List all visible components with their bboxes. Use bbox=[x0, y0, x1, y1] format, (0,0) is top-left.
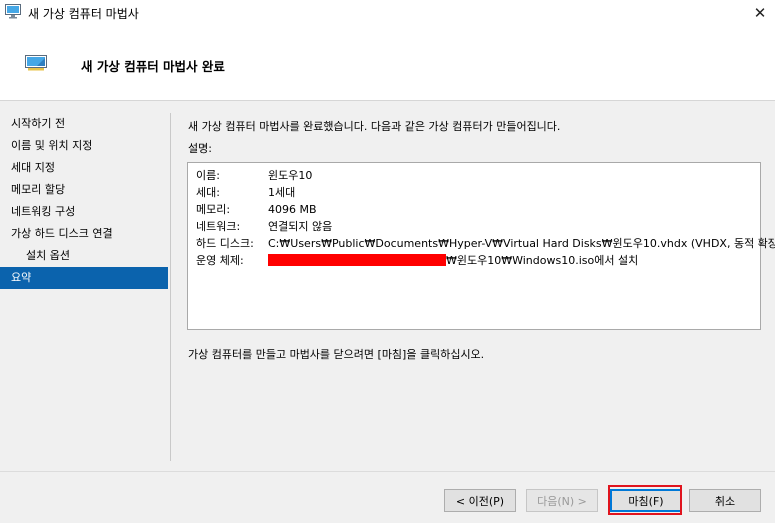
page-title: 새 가상 컴퓨터 마법사 완료 bbox=[81, 59, 225, 74]
summary-value: ₩윈도우10₩Windows10.iso에서 설치 bbox=[268, 252, 638, 269]
wizard-header: 새 가상 컴퓨터 마법사 완료 bbox=[0, 25, 775, 101]
finish-instruction: 가상 컴퓨터를 만들고 마법사를 닫으려면 [마침]을 클릭하십시오. bbox=[188, 348, 485, 361]
new-virtual-machine-icon bbox=[25, 55, 47, 71]
nav-item-name-and-location[interactable]: 이름 및 위치 지정 bbox=[0, 135, 168, 157]
summary-value: 연결되지 않음 bbox=[268, 220, 333, 233]
description-label: 설명: bbox=[188, 142, 212, 155]
summary-key: 메모리: bbox=[196, 203, 231, 216]
summary-box[interactable]: 이름: 윈도우10 세대: 1세대 메모리: 4096 MB 네트워크: 연결되… bbox=[187, 162, 775, 330]
finish-button[interactable]: 마침(F) bbox=[610, 489, 682, 512]
summary-value: C:₩Users₩Public₩Documents₩Hyper-V₩Virtua… bbox=[268, 237, 775, 250]
nav-item-networking[interactable]: 네트워킹 구성 bbox=[0, 201, 168, 223]
next-button[interactable]: 다음(N) > bbox=[526, 489, 598, 512]
summary-key: 하드 디스크: bbox=[196, 237, 254, 250]
nav-item-installation-options[interactable]: 설치 옵션 bbox=[0, 245, 168, 267]
nav-item-memory[interactable]: 메모리 할당 bbox=[0, 179, 168, 201]
summary-key: 네트워크: bbox=[196, 220, 241, 233]
button-bar: < 이전(P) 다음(N) > 마침(F) 취소 bbox=[0, 471, 775, 523]
summary-value: 윈도우10 bbox=[268, 169, 313, 182]
title-bar: 새 가상 컴퓨터 마법사 ✕ bbox=[0, 0, 775, 25]
nav-item-generation[interactable]: 세대 지정 bbox=[0, 157, 168, 179]
summary-key: 운영 체제: bbox=[196, 254, 244, 267]
redaction-mark bbox=[268, 254, 446, 266]
wizard-steps-nav: 시작하기 전 이름 및 위치 지정 세대 지정 메모리 할당 네트워킹 구성 가… bbox=[0, 113, 168, 289]
nav-item-before-you-begin[interactable]: 시작하기 전 bbox=[0, 113, 168, 135]
intro-text: 새 가상 컴퓨터 마법사를 완료했습니다. 다음과 같은 가상 컴퓨터가 만들어… bbox=[188, 120, 561, 133]
nav-item-summary[interactable]: 요약 bbox=[0, 267, 168, 289]
wizard-body: 시작하기 전 이름 및 위치 지정 세대 지정 메모리 할당 네트워킹 구성 가… bbox=[0, 101, 775, 471]
summary-value: 1세대 bbox=[268, 186, 296, 199]
close-icon[interactable]: ✕ bbox=[745, 0, 775, 25]
nav-item-virtual-hard-disk[interactable]: 가상 하드 디스크 연결 bbox=[0, 223, 168, 245]
summary-key: 세대: bbox=[196, 186, 220, 199]
nav-divider bbox=[170, 113, 171, 461]
virtual-machine-icon bbox=[5, 4, 21, 19]
window-title: 새 가상 컴퓨터 마법사 bbox=[28, 7, 139, 21]
cancel-button[interactable]: 취소 bbox=[689, 489, 761, 512]
summary-key: 이름: bbox=[196, 169, 220, 182]
previous-button[interactable]: < 이전(P) bbox=[444, 489, 516, 512]
iso-path-suffix: ₩윈도우10₩Windows10.iso에서 설치 bbox=[446, 254, 639, 267]
summary-value: 4096 MB bbox=[268, 203, 317, 216]
